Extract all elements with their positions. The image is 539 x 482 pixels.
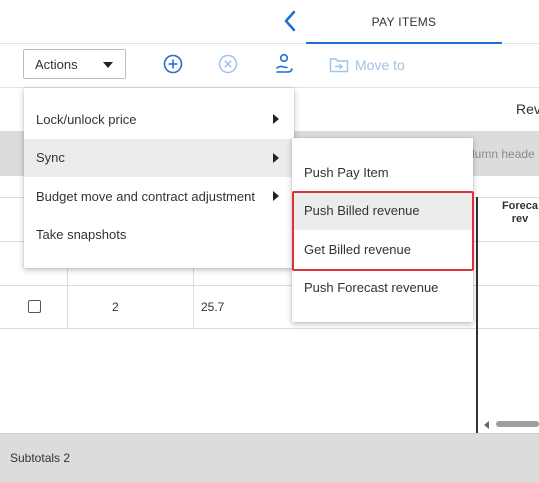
menu-item-budget-move[interactable]: Budget move and contract adjustment [24, 177, 294, 216]
menu-item-push-forecast-revenue[interactable]: Push Forecast revenue [292, 269, 473, 308]
menu-item-lock-unlock-price[interactable]: Lock/unlock price [24, 100, 294, 139]
menu-item-label: Take snapshots [36, 227, 127, 243]
add-circle-icon[interactable] [162, 53, 184, 75]
tab-pay-items[interactable]: PAY ITEMS [306, 0, 502, 44]
row-number-cell: 2 [112, 300, 119, 314]
submenu-arrow-icon [273, 114, 279, 124]
scrollbar-thumb[interactable] [496, 421, 539, 427]
menu-item-label: Push Forecast revenue [304, 280, 439, 296]
menu-item-label: Budget move and contract adjustment [36, 188, 255, 204]
menu-item-label: Push Billed revenue [304, 203, 420, 219]
move-to-label: Move to [355, 57, 405, 73]
menu-item-label: Lock/unlock price [36, 111, 137, 127]
column-header-hint: lumn heade [472, 147, 535, 161]
menu-item-get-billed-revenue[interactable]: Get Billed revenue [292, 230, 473, 269]
horizontal-scrollbar[interactable] [482, 418, 539, 430]
menu-item-push-pay-item[interactable]: Push Pay Item [292, 153, 473, 192]
actions-dropdown[interactable]: Actions [23, 49, 126, 79]
sync-submenu: Push Pay Item Push Billed revenue Get Bi… [292, 138, 473, 322]
actions-menu: Lock/unlock price Sync Budget move and c… [24, 88, 294, 268]
subtotals-label: Subtotals 2 [10, 451, 71, 465]
menu-item-label: Push Pay Item [304, 164, 389, 180]
toolbar: Actions Move to [0, 44, 539, 88]
subtotals-row [0, 433, 539, 482]
row-value-cell: 25.7 [201, 300, 225, 314]
folder-move-icon [329, 58, 349, 73]
top-tab-bar: PAY ITEMS [0, 0, 539, 44]
submenu-arrow-icon [273, 191, 279, 201]
caret-down-icon [103, 62, 113, 68]
menu-item-label: Get Billed revenue [304, 241, 411, 257]
menu-item-label: Sync [36, 150, 65, 166]
scroll-left-icon[interactable] [484, 421, 489, 429]
hand-person-icon[interactable] [273, 53, 295, 75]
menu-item-push-billed-revenue[interactable]: Push Billed revenue [292, 191, 473, 230]
forecast-header-line1: Foreca [501, 200, 539, 212]
forecast-revenue-header[interactable]: Foreca rev [490, 200, 539, 226]
row-checkbox[interactable] [28, 300, 41, 313]
actions-dropdown-label: Actions [35, 56, 78, 72]
menu-item-sync[interactable]: Sync [24, 138, 294, 177]
remove-circle-icon[interactable] [217, 53, 239, 75]
menu-item-take-snapshots[interactable]: Take snapshots [24, 216, 294, 255]
back-chevron-icon[interactable] [278, 8, 302, 34]
submenu-arrow-icon [273, 152, 279, 163]
move-to-button[interactable]: Move to [329, 54, 405, 76]
revenue-group-header: Rev [516, 101, 539, 117]
forecast-header-line2: rev [511, 213, 529, 225]
